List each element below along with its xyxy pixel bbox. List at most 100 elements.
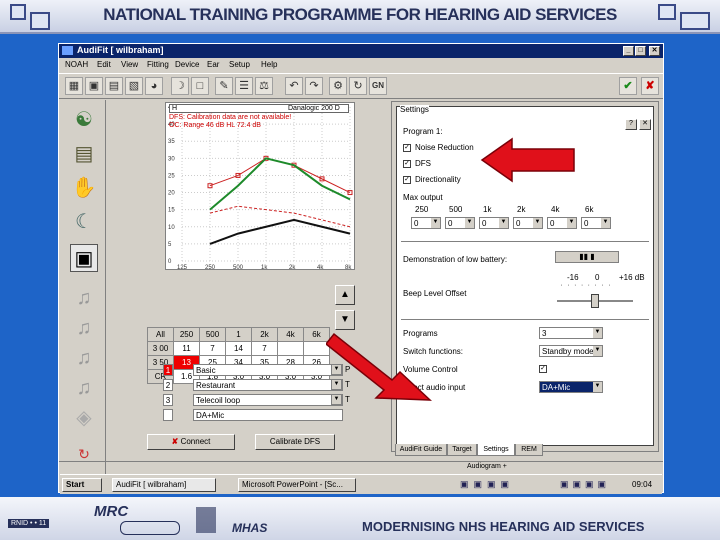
taskbar-item[interactable]: AudiFit [ wilbraham] [112, 478, 216, 492]
program-label: Program 1: [403, 127, 443, 136]
save-icon[interactable]: ▣ [85, 77, 103, 95]
table-cell[interactable]: 7 [251, 341, 278, 356]
speaker-icon[interactable]: ♫ [70, 374, 98, 402]
beep-slider-thumb[interactable] [591, 294, 599, 308]
speaker-icon[interactable]: ♫ [70, 314, 98, 342]
menu-setup[interactable]: Setup [229, 60, 250, 69]
table-row-header: 3 00 [147, 341, 174, 356]
menu-view[interactable]: View [121, 60, 138, 69]
table-cell[interactable]: 14 [225, 341, 252, 356]
status-text: Audiogram + [467, 463, 507, 470]
selected-tool-icon[interactable]: ▣ [70, 244, 98, 272]
volume-control-checkbox[interactable]: ✓ [539, 365, 547, 373]
hand-icon[interactable]: ✋ [70, 174, 98, 202]
speaker-icon[interactable]: ♫ [70, 284, 98, 312]
menu-device[interactable]: Device [175, 60, 199, 69]
up-arrow-button[interactable]: ▲ [335, 285, 355, 305]
slide-footer: RNID • • 11 MRC MHAS MODERNISING NHS HEA… [0, 497, 720, 540]
redo-icon[interactable]: ↷ [305, 77, 323, 95]
start-label: Start [66, 480, 85, 489]
close-button[interactable]: ✕ [649, 46, 660, 56]
series-line [209, 218, 351, 245]
refresh-icon[interactable]: ↻ [349, 77, 367, 95]
accept-icon[interactable]: ✔ [619, 77, 637, 95]
switch-functions-select[interactable]: Standby mode ▼ [539, 345, 603, 357]
close-settings-button[interactable]: ✕ [639, 119, 651, 130]
people-icon[interactable]: ☯ [70, 106, 98, 134]
table-header-cell[interactable]: All [147, 327, 174, 342]
table-header-cell[interactable]: 250 [173, 327, 200, 342]
help-button[interactable]: ? [625, 119, 637, 130]
dfs-label: DFS [415, 159, 431, 168]
list-icon[interactable]: ☰ [235, 77, 253, 95]
new-session-icon[interactable]: ▦ [65, 77, 83, 95]
tab-rem[interactable]: REM [515, 444, 543, 456]
dropdown-icon[interactable]: ▼ [593, 346, 602, 356]
table-header-cell[interactable]: 1 [225, 327, 252, 342]
tab-audifit-guide[interactable]: AudiFit Guide [395, 444, 447, 456]
battery-demo-button[interactable]: ▮▮ ▮ [555, 251, 619, 263]
tab-settings[interactable]: Settings [477, 444, 515, 456]
menu-ear[interactable]: Ear [207, 60, 219, 69]
programs-select[interactable]: 3 ▼ [539, 327, 603, 339]
program-row[interactable]: DA+Mic [145, 408, 357, 422]
dropdown-icon[interactable]: ▼ [567, 218, 576, 228]
document-icon[interactable]: □ [191, 77, 209, 95]
max-output-value: 0 [516, 219, 521, 228]
quicklaunch-icons[interactable]: ▣▣▣▣ [460, 479, 514, 490]
menu-edit[interactable]: Edit [97, 60, 111, 69]
minimize-button[interactable]: _ [623, 46, 634, 56]
directionality-checkbox[interactable]: ✓ [403, 176, 411, 184]
cancel-icon[interactable]: ✘ [641, 77, 659, 95]
y-tick-label: 5 [168, 242, 172, 248]
tab-target[interactable]: Target [447, 444, 477, 456]
tray-icons[interactable]: ▣▣▣▣ [560, 479, 610, 490]
max-output-500[interactable]: 0 ▼ [445, 217, 475, 229]
feedback-icon[interactable]: ◈ [70, 404, 98, 432]
dfs-checkbox[interactable]: ✓ [403, 160, 411, 168]
equipment-icon[interactable]: ▤ [70, 140, 98, 168]
max-output-1k[interactable]: 0 ▼ [479, 217, 509, 229]
print-icon[interactable]: ▤ [105, 77, 123, 95]
table-header-cell[interactable]: 4k [277, 327, 304, 342]
dropdown-icon[interactable]: ▼ [465, 218, 474, 228]
table-header-cell[interactable]: 500 [199, 327, 226, 342]
down-arrow-button[interactable]: ▼ [335, 310, 355, 330]
calibrate-dfs-button[interactable]: Calibrate DFS [255, 434, 335, 450]
max-output-4k[interactable]: 0 ▼ [547, 217, 577, 229]
speaker-icon[interactable]: ♫ [70, 344, 98, 372]
title-bar: AudiFit [ wilbraham] _ □ ✕ [59, 44, 663, 58]
start-button[interactable]: Start [62, 478, 102, 492]
undo-icon[interactable]: ↶ [285, 77, 303, 95]
hearing-aid-icon[interactable]: ☽ [171, 77, 189, 95]
max-output-2k[interactable]: 0 ▼ [513, 217, 543, 229]
table-cell[interactable]: 7 [199, 341, 226, 356]
max-output-250[interactable]: 0 ▼ [411, 217, 441, 229]
max-output-6k[interactable]: 0 ▼ [581, 217, 611, 229]
noise-reduction-checkbox[interactable]: ✓ [403, 144, 411, 152]
menu-fitting[interactable]: Fitting [147, 60, 169, 69]
dropdown-icon[interactable]: ▼ [431, 218, 440, 228]
edit-icon[interactable]: ✎ [215, 77, 233, 95]
dropdown-icon[interactable]: ▼ [499, 218, 508, 228]
table-cell[interactable] [277, 341, 304, 356]
dropdown-icon[interactable]: ▼ [533, 218, 542, 228]
balance-icon[interactable]: ⚖ [255, 77, 273, 95]
gauge-icon[interactable]: ◕ [145, 77, 163, 95]
calculator-icon[interactable]: ▧ [125, 77, 143, 95]
taskbar-item[interactable]: Microsoft PowerPoint - [Sc... [238, 478, 356, 492]
connect-icon[interactable]: ⚙ [329, 77, 347, 95]
program-number: 3 [163, 394, 173, 406]
table-cell[interactable]: 11 [173, 341, 200, 356]
menu-noah[interactable]: NOAH [65, 60, 88, 69]
direct-audio-select[interactable]: DA+Mic ▼ [539, 381, 603, 393]
menu-help[interactable]: Help [261, 60, 277, 69]
table-header-cell[interactable]: 2k [251, 327, 278, 342]
dropdown-icon[interactable]: ▼ [601, 218, 610, 228]
dropdown-icon[interactable]: ▼ [593, 382, 602, 392]
gn-icon[interactable]: GN [369, 77, 387, 95]
ear-icon[interactable]: ☾ [70, 208, 98, 236]
dropdown-icon[interactable]: ▼ [593, 328, 602, 338]
maximize-button[interactable]: □ [635, 46, 646, 56]
connect-button[interactable]: ✘ Connect [147, 434, 235, 450]
